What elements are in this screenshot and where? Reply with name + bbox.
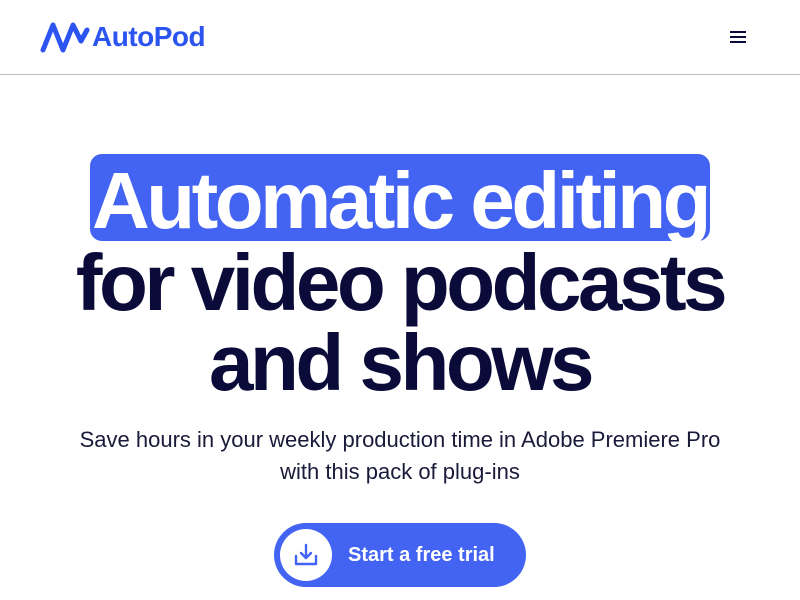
headline-line-1: Automatic editing	[91, 156, 712, 245]
headline-line-2: for video podcasts	[75, 238, 728, 327]
subtitle-line-1: Save hours in your weekly production tim…	[79, 427, 721, 452]
hero-subtitle: Save hours in your weekly production tim…	[60, 424, 740, 488]
autopod-waveform-icon	[40, 22, 90, 53]
logo-text: AutoPod	[92, 21, 206, 52]
autopod-logo-link[interactable]: AutoPod	[40, 20, 206, 54]
cta-icon-circle	[280, 529, 332, 581]
cta-label: Start a free trial	[348, 544, 495, 566]
download-icon	[294, 543, 318, 566]
hero-section: Automatic editing for video podcasts and…	[0, 75, 800, 600]
hamburger-menu-button[interactable]	[722, 22, 754, 52]
subtitle-line-2: with this pack of plug-ins	[280, 459, 520, 484]
headline-line-3: and shows	[209, 318, 594, 407]
top-navigation-bar: AutoPod	[0, 0, 800, 75]
start-free-trial-button[interactable]: Start a free trial	[274, 523, 526, 587]
hamburger-menu-icon	[730, 31, 746, 43]
